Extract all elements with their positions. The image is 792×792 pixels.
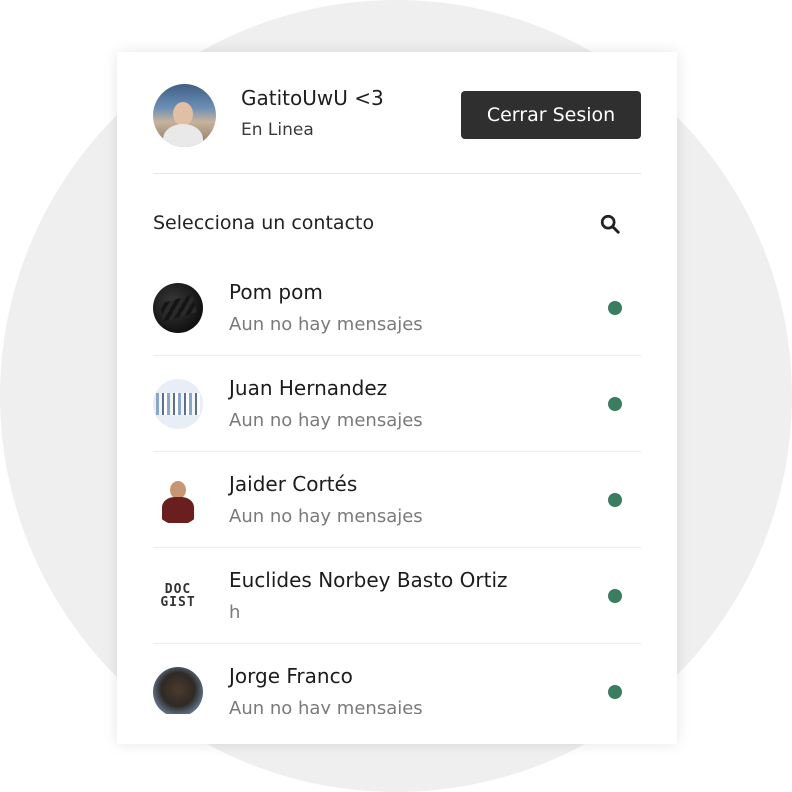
chat-sidebar-panel: GatitoUwU <3 En Linea Cerrar Sesion Sele… (117, 52, 677, 744)
contact-last-message: Aun no hay mensajes (229, 506, 423, 527)
online-status-dot (608, 301, 622, 315)
online-status-dot (608, 397, 622, 411)
contact-avatar (153, 667, 203, 714)
contact-name: Euclides Norbey Basto Ortiz (229, 568, 508, 592)
contacts-header: Selecciona un contacto (153, 204, 641, 244)
user-name: GatitoUwU <3 (241, 86, 384, 110)
user-status: En Linea (241, 120, 314, 140)
online-status-dot (608, 589, 622, 603)
online-status-dot (608, 493, 622, 507)
contact-item[interactable]: Juan Hernandez Aun no hay mensajes (153, 356, 641, 452)
user-avatar-face (173, 102, 193, 126)
search-icon[interactable] (599, 213, 621, 235)
logout-button[interactable]: Cerrar Sesion (461, 91, 641, 139)
contact-last-message: h (229, 602, 241, 623)
contact-list: Pom pom Aun no hay mensajes Juan Hernand… (153, 260, 641, 714)
contact-avatar (153, 379, 203, 429)
select-contact-label: Selecciona un contacto (153, 212, 375, 234)
user-avatar-shirt (163, 124, 203, 147)
contact-item[interactable]: Jorge Franco Aun no hay mensajes (153, 644, 641, 714)
contact-item[interactable]: Pom pom Aun no hay mensajes (153, 260, 641, 356)
contact-last-message: Aun no hay mensajes (229, 314, 423, 335)
contact-last-message: Aun no hay mensajes (229, 410, 423, 431)
contact-avatar (153, 283, 203, 333)
user-avatar[interactable] (153, 84, 216, 147)
contact-avatar (153, 475, 203, 525)
contact-avatar: DOC GIST (153, 571, 203, 621)
avatar-body (162, 497, 194, 523)
contact-name: Jorge Franco (229, 664, 353, 688)
contact-name: Juan Hernandez (229, 376, 388, 400)
contact-name: Pom pom (229, 280, 323, 304)
contact-name: Jaider Cortés (229, 472, 358, 496)
contact-item[interactable]: DOC GIST Euclides Norbey Basto Ortiz h (153, 548, 641, 644)
avatar-logo-text: DOC GIST (160, 582, 196, 610)
profile-header: GatitoUwU <3 En Linea Cerrar Sesion (153, 84, 641, 174)
contact-last-message: Aun no hay mensajes (229, 698, 423, 714)
online-status-dot (608, 685, 622, 699)
contact-item[interactable]: Jaider Cortés Aun no hay mensajes (153, 452, 641, 548)
